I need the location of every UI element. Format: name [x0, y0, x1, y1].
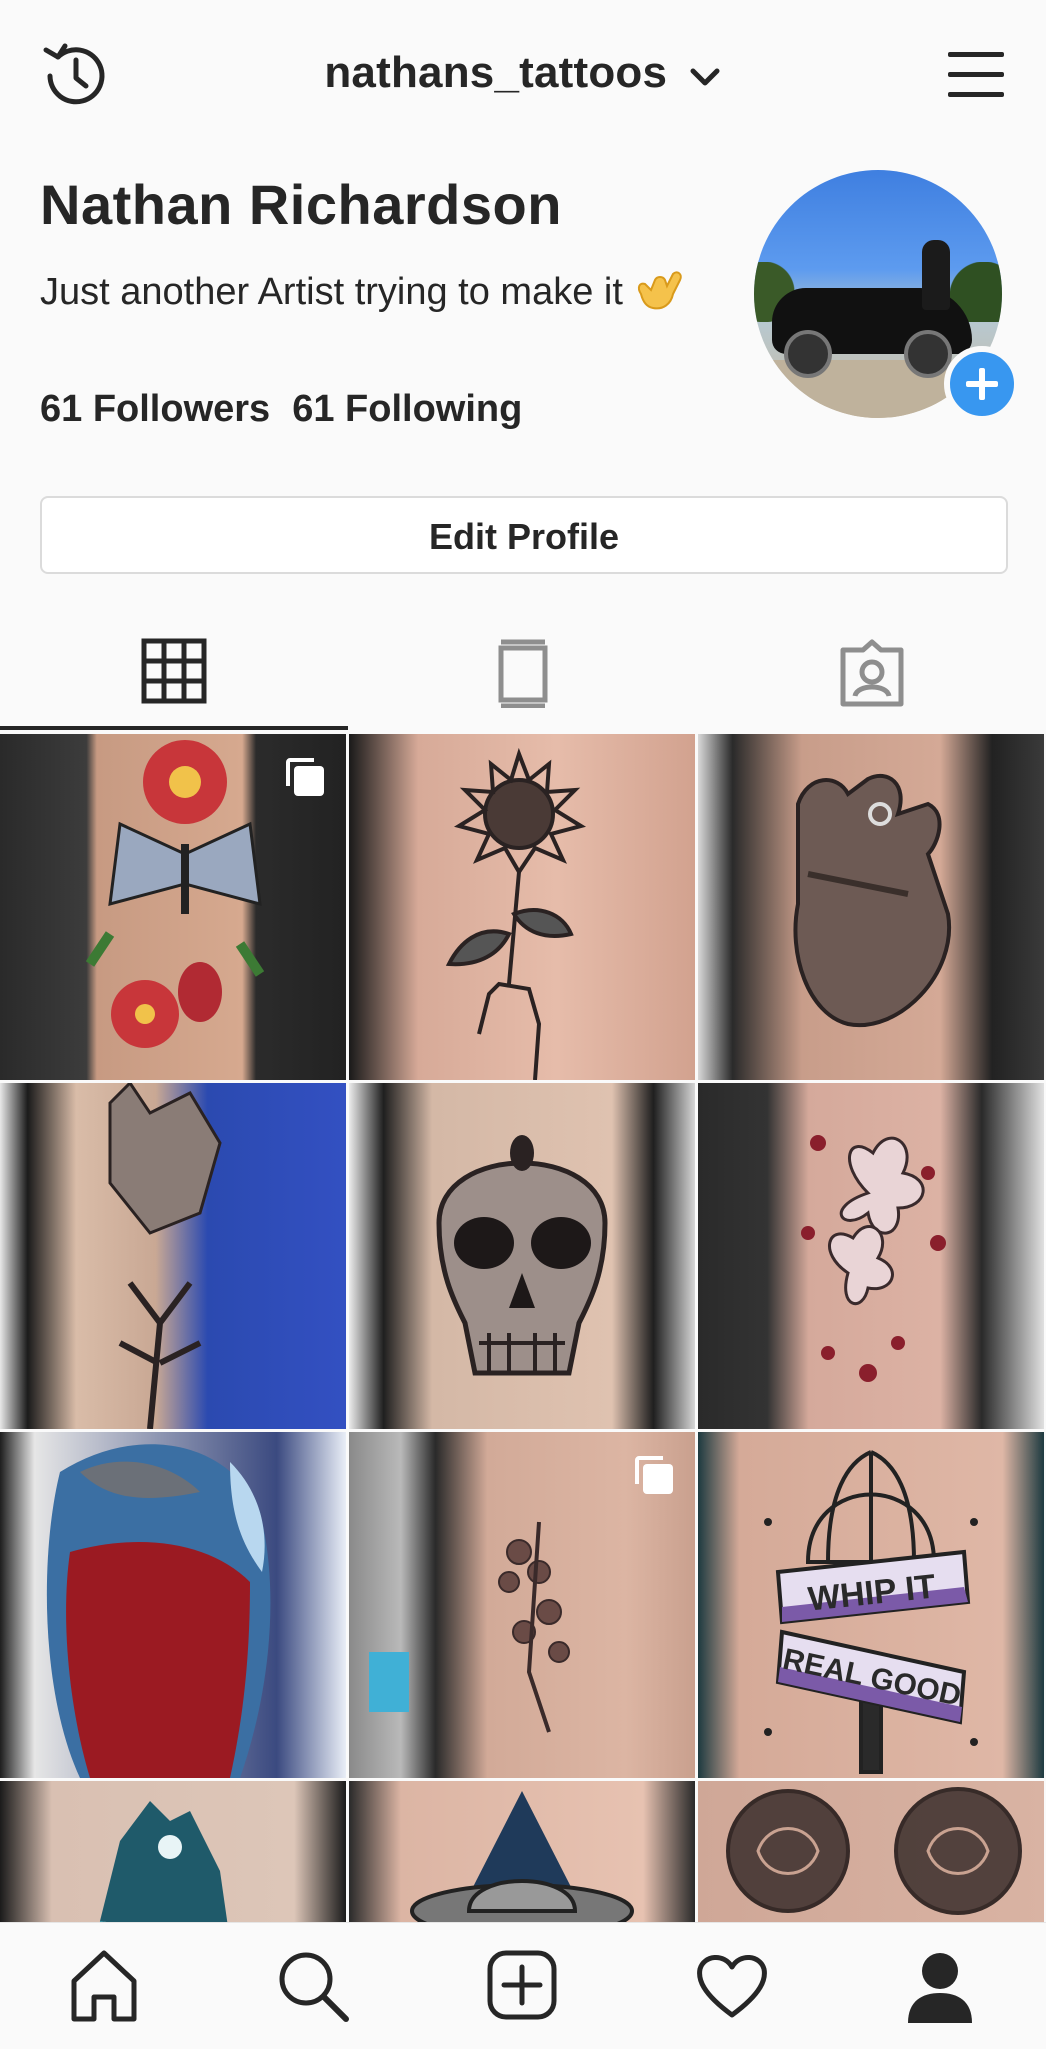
post-ufo[interactable] [349, 1781, 695, 1922]
hamburger-menu-icon[interactable] [944, 42, 1008, 106]
post-skull[interactable] [349, 1083, 695, 1429]
post-hand-with-ring[interactable] [698, 734, 1044, 1080]
bio-text: Just another Artist trying to make it [40, 271, 623, 313]
profile-tabs [0, 620, 1046, 730]
plus-icon [966, 368, 998, 400]
posts-grid: WHIP IT REAL GOOD [0, 734, 1046, 1922]
post-cherry-blossom-flowers[interactable] [698, 1083, 1044, 1429]
tagged-icon [840, 639, 904, 707]
home-icon[interactable] [64, 1945, 144, 2025]
post-whip-it-real-good[interactable]: WHIP IT REAL GOOD [698, 1432, 1044, 1778]
following-count[interactable]: 61 Following [292, 388, 522, 430]
profile-icon[interactable] [900, 1945, 980, 2025]
profile-name: Nathan Richardson [40, 173, 562, 236]
bottom-nav [0, 1922, 1046, 2049]
post-wolf-tree-sleeve[interactable] [0, 1083, 346, 1429]
post-dotwork-roses[interactable] [698, 1781, 1044, 1922]
activity-heart-icon[interactable] [692, 1945, 772, 2025]
post-butterfly-rose-sleeve[interactable] [0, 734, 346, 1080]
chevron-down-icon [688, 50, 722, 100]
profile-avatar[interactable] [754, 170, 1020, 422]
new-post-icon[interactable] [482, 1945, 562, 2025]
tab-igtv[interactable] [349, 620, 697, 730]
call-me-hand-emoji [633, 266, 685, 312]
post-rib-flowers[interactable] [349, 1432, 695, 1778]
edit-profile-button[interactable]: Edit Profile [40, 496, 1008, 574]
tab-grid[interactable] [0, 620, 348, 730]
post-howling-wolf-moon[interactable] [0, 1781, 346, 1922]
account-switcher[interactable]: nathans_tattoos [0, 48, 1046, 100]
igtv-icon [498, 639, 548, 708]
top-bar: nathans_tattoos [0, 0, 1046, 150]
profile-bio: Just another Artist trying to make it [40, 266, 700, 318]
grid-icon [141, 638, 207, 704]
search-icon[interactable] [272, 1945, 352, 2025]
post-sunflower-hand[interactable] [349, 734, 695, 1080]
post-color-galaxy-sleeve[interactable] [0, 1432, 346, 1778]
username: nathans_tattoos [324, 48, 668, 97]
tab-tagged[interactable] [698, 620, 1046, 730]
add-story-button[interactable] [944, 346, 1020, 422]
multiple-posts-icon [633, 1454, 675, 1496]
profile-stats: 61 Followers 61 Following [40, 388, 522, 431]
multiple-posts-icon [284, 756, 326, 798]
followers-count[interactable]: 61 Followers [40, 388, 270, 430]
